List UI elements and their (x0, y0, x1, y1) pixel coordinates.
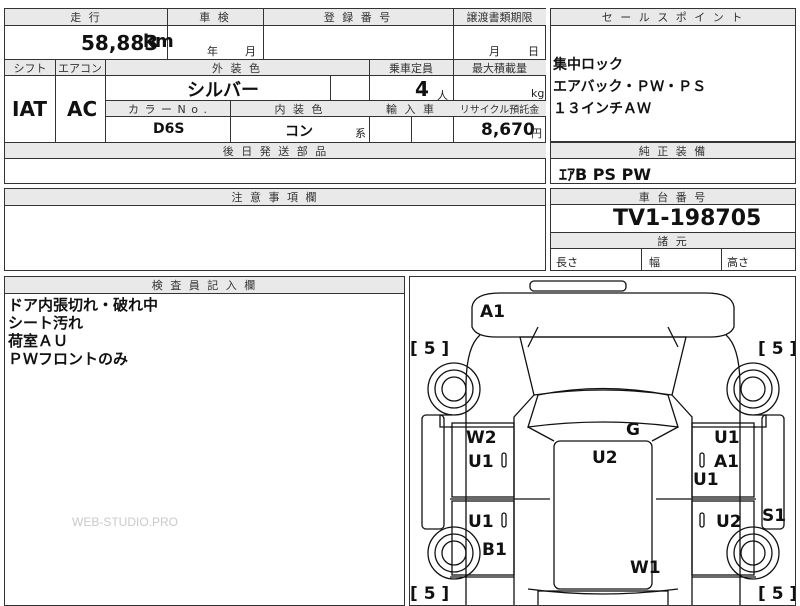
recycle-value: 8,670 (481, 120, 535, 140)
sales-point-header: セ ー ル ス ポ イ ン ト (551, 9, 795, 25)
watermark: WEB-STUDIO.PRO (72, 515, 179, 529)
code-u1-left-top: U1 (468, 452, 494, 472)
inspector-note-2: シート汚れ (8, 314, 84, 332)
height-label: 高さ (727, 256, 749, 269)
capacity-value: 4 (415, 77, 429, 101)
caution-box: 注 意 事 項 欄 (4, 188, 546, 271)
mileage-unit: km (143, 31, 174, 52)
tire-label-rear-right: [ 5 ] (758, 584, 796, 604)
shift-header: シフト (5, 60, 55, 75)
later-parts-header: 後 日 発 送 部 品 (5, 143, 546, 158)
sales-point-line-1: 集中ロック (553, 57, 623, 73)
inspection-month-unit: 月 (245, 45, 256, 58)
interior-color-suffix: 系 (355, 127, 366, 140)
recycle-unit: 円 (531, 127, 542, 140)
width-label: 幅 (649, 256, 660, 269)
color-no-header: カ ラ ー N o . (106, 101, 230, 116)
shift-value: IAT (12, 97, 48, 121)
code-s1: S1 (762, 506, 786, 526)
transfer-month-unit: 月 (489, 45, 500, 58)
inspection-header: 車 検 (167, 9, 263, 25)
registration-header: 登 録 番 号 (263, 9, 453, 25)
car-diagram-box: [ 5 ] [ 5 ] [ 5 ] [ 5 ] A1 W2 U1 U1 B1 G… (409, 276, 796, 606)
mileage-header: 走 行 (5, 9, 167, 25)
aircon-value: AC (67, 97, 98, 121)
interior-color-header: 内 装 色 (230, 101, 369, 116)
transfer-header: 譲渡書類期限 (453, 9, 546, 25)
interior-color-value: コン (285, 124, 313, 140)
equipment-box: 純 正 装 備 ｴｱB PS PW (550, 142, 796, 184)
max-load-header: 最大積載量 (453, 60, 546, 75)
sales-point-line-2: エアバック・ＰＷ・ＰＳ (553, 79, 707, 95)
caution-header: 注 意 事 項 欄 (5, 189, 545, 205)
code-u2-right: U2 (716, 512, 742, 532)
code-a1-top: A1 (480, 302, 505, 322)
inspector-box: 検 査 員 記 入 欄 ドア内張切れ・破れ中 シート汚れ 荷室ＡＵ ＰＷフロント… (4, 276, 405, 606)
inspector-note-3: 荷室ＡＵ (8, 332, 69, 350)
code-u2-center: U2 (592, 448, 618, 468)
code-w2: W2 (466, 428, 497, 448)
inspector-note-1: ドア内張切れ・破れ中 (8, 296, 159, 314)
length-label: 長さ (556, 256, 578, 269)
inspector-header: 検 査 員 記 入 欄 (5, 277, 404, 293)
equipment-value: ｴｱB PS PW (559, 165, 651, 184)
code-u1-right-top: U1 (714, 428, 740, 448)
inspection-year-unit: 年 (207, 45, 218, 58)
sales-point-line-3: １３インチＡＷ (553, 101, 651, 117)
code-g: G (626, 420, 640, 440)
exterior-color-value: シルバー (187, 80, 259, 101)
capacity-header: 乗車定員 (369, 60, 453, 75)
color-no-value: D6S (153, 121, 185, 137)
inspector-note-4: ＰＷフロントのみ (8, 350, 129, 368)
chassis-box: 車 台 番 号 TV1-198705 諸 元 長さ 幅 高さ (550, 188, 796, 271)
code-u1-left-bottom: U1 (468, 512, 494, 532)
tire-label-rear-left: [ 5 ] (410, 584, 449, 604)
transfer-day-unit: 日 (528, 45, 539, 58)
car-diagram: [ 5 ] [ 5 ] [ 5 ] [ 5 ] A1 W2 U1 U1 B1 G… (410, 280, 796, 605)
code-w1: W1 (630, 558, 661, 578)
recycle-header: リサイクル預託金 (453, 101, 546, 116)
chassis-number: TV1-198705 (613, 206, 762, 231)
exterior-color-header: 外 装 色 (105, 60, 369, 75)
dims-header: 諸 元 (551, 233, 795, 248)
aircon-header: エアコン (55, 60, 105, 75)
equipment-header: 純 正 装 備 (551, 143, 795, 158)
code-u1-right-mid: U1 (693, 470, 719, 490)
tire-label-front-left: [ 5 ] (410, 339, 449, 359)
vehicle-info-table: 走 行 車 検 登 録 番 号 譲渡書類期限 58,883 km 年 月 月 日… (4, 8, 546, 184)
chassis-header: 車 台 番 号 (551, 189, 795, 204)
tire-label-front-right: [ 5 ] (758, 339, 796, 359)
code-a1-right: A1 (714, 452, 739, 472)
code-b1: B1 (482, 540, 507, 560)
sales-point-box: セ ー ル ス ポ イ ン ト 集中ロック エアバック・ＰＷ・ＰＳ １３インチＡ… (550, 8, 796, 142)
max-load-unit: kg (531, 87, 545, 100)
import-header: 輸 入 車 (369, 101, 453, 116)
